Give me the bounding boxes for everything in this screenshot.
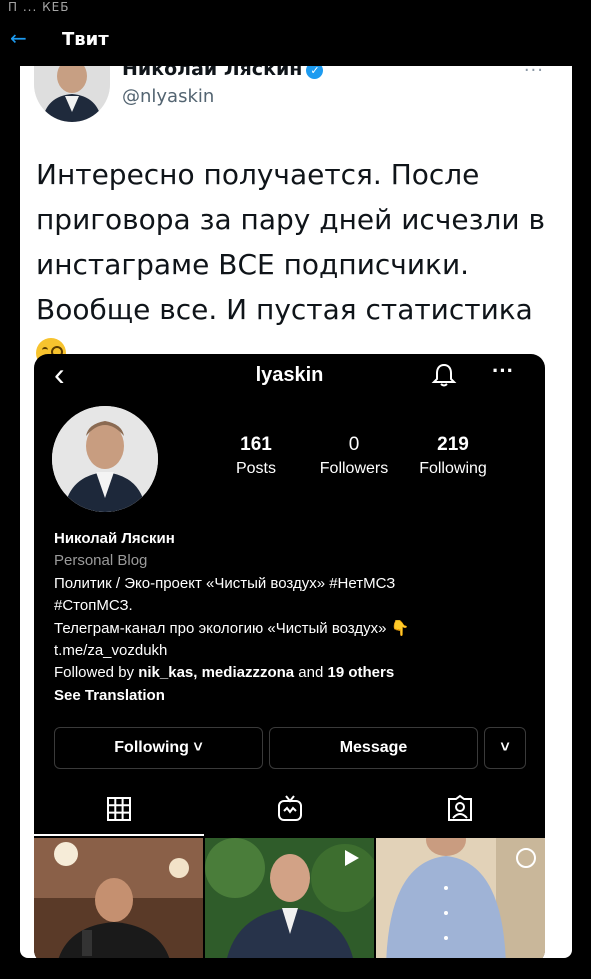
stat-label: Followers [319, 460, 389, 477]
following-button: Following ˅ [54, 727, 263, 769]
tweet-text: Интересно получается. После приговора за… [36, 152, 556, 377]
attached-instagram-screenshot[interactable]: ‹ lyaskin ··· 161 Posts 0 Followers 219 [34, 354, 545, 958]
bio-link: t.me/za_vozdukh [54, 642, 168, 660]
bio-line: Телеграм-канал про экологию «Чистый возд… [54, 619, 410, 637]
grid-icon [107, 797, 131, 821]
stat-value: 0 [348, 434, 360, 455]
more-options-icon[interactable]: ··· [524, 66, 544, 81]
post-thumbnail [205, 838, 374, 958]
stat-value: 161 [240, 434, 272, 455]
message-button: Message [269, 727, 478, 769]
stat-following: 219 Following [403, 434, 503, 478]
author-avatar[interactable] [34, 66, 110, 122]
profile-photo [52, 406, 158, 512]
bio-name: Николай Ляскин [54, 530, 175, 547]
bell-icon [431, 363, 457, 387]
bio-line: #СтопМСЗ. [54, 597, 133, 615]
profile-tabs [34, 784, 545, 834]
stat-posts: 161 Posts [206, 434, 306, 478]
stat-followers: 0 Followers [304, 434, 404, 478]
tagged-icon [448, 794, 472, 821]
followed-by: Followed by nik_kas, mediazzzona and 19 … [54, 664, 395, 682]
page-title: Твит [62, 29, 109, 50]
igtv-icon [278, 795, 302, 821]
stat-label: Posts [235, 460, 276, 477]
posts-grid [34, 838, 545, 958]
author-handle[interactable]: @nlyaskin [122, 86, 214, 107]
status-bar-text: П ... КЕБ [8, 0, 70, 14]
top-bar: П ... КЕБ ← Твит [0, 0, 591, 66]
post-thumbnail [34, 838, 203, 958]
active-tab-indicator [34, 834, 204, 836]
suggested-accounts-button: ˅ [484, 727, 526, 769]
profile-bio: Николай Ляскин Personal Blog Политик / Э… [54, 528, 534, 707]
instagram-username: lyaskin [255, 364, 324, 386]
more-dots-icon: ··· [492, 358, 514, 383]
verified-badge-icon: ✓ [306, 66, 324, 79]
stat-label: Following [419, 460, 487, 477]
bio-line: Политик / Эко-проект «Чистый воздух» #Не… [54, 574, 396, 592]
see-translation: See Translation [54, 686, 165, 704]
stat-value: 219 [437, 434, 469, 455]
back-arrow-icon[interactable]: ← [10, 26, 27, 50]
author-name[interactable]: Николай Ляскин ✓ [122, 66, 324, 80]
tweet-card: Николай Ляскин ✓ @nlyaskin ··· Интересно … [20, 66, 572, 958]
post-thumbnail [376, 838, 545, 958]
bio-category: Personal Blog [54, 552, 148, 570]
